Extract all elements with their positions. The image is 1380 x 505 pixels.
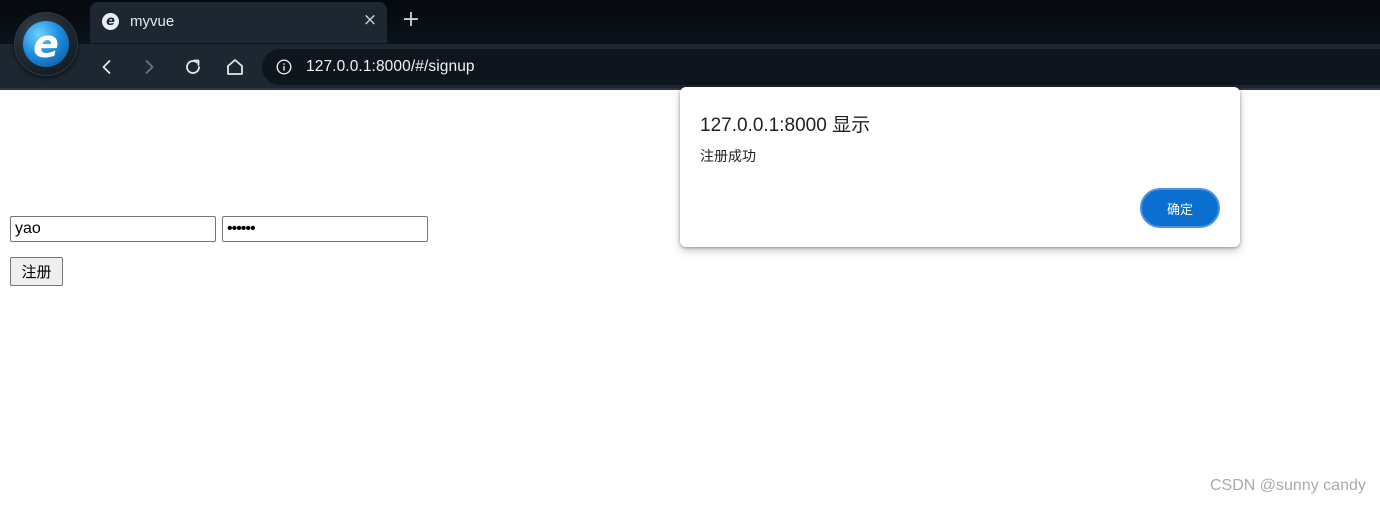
back-arrow-icon (102, 60, 111, 74)
home-button[interactable] (222, 54, 248, 80)
watermark: CSDN @sunny candy (1210, 477, 1366, 494)
forward-button[interactable] (136, 54, 162, 80)
tab-title: myvue (130, 13, 175, 30)
back-button[interactable] (94, 54, 120, 80)
signup-button[interactable]: 注册 (10, 257, 63, 286)
browser-logo-glyph: e (33, 22, 59, 66)
address-bar[interactable]: 127.0.0.1:8000/#/signup (262, 49, 1380, 85)
alert-title: 127.0.0.1:8000 显示 (700, 115, 871, 136)
alert-dialog: 127.0.0.1:8000 显示 注册成功 确定 (680, 87, 1240, 247)
forward-arrow-icon (145, 60, 154, 74)
tab-strip: e myvue × + (0, 0, 1380, 44)
tab-close-icon[interactable]: × (360, 10, 380, 30)
username-input[interactable] (10, 216, 216, 242)
site-info-icon[interactable] (276, 59, 292, 75)
reload-button[interactable] (180, 54, 206, 80)
alert-message: 注册成功 (700, 149, 756, 165)
address-bar-url[interactable]: 127.0.0.1:8000/#/signup (306, 58, 475, 76)
ok-button[interactable]: 确定 (1140, 188, 1220, 228)
browser-logo-icon[interactable]: e (14, 12, 78, 76)
new-tab-button[interactable]: + (400, 9, 422, 31)
tab-myvue[interactable]: e myvue × (90, 2, 387, 43)
browser-toolbar: 127.0.0.1:8000/#/signup (0, 44, 1380, 90)
password-input[interactable] (222, 216, 428, 242)
browser-chrome: e myvue × + e 127.0.0.1:8000/#/signup (0, 0, 1380, 90)
reload-icon (186, 59, 200, 74)
tab-favicon-icon: e (102, 13, 119, 30)
home-icon (227, 59, 243, 75)
